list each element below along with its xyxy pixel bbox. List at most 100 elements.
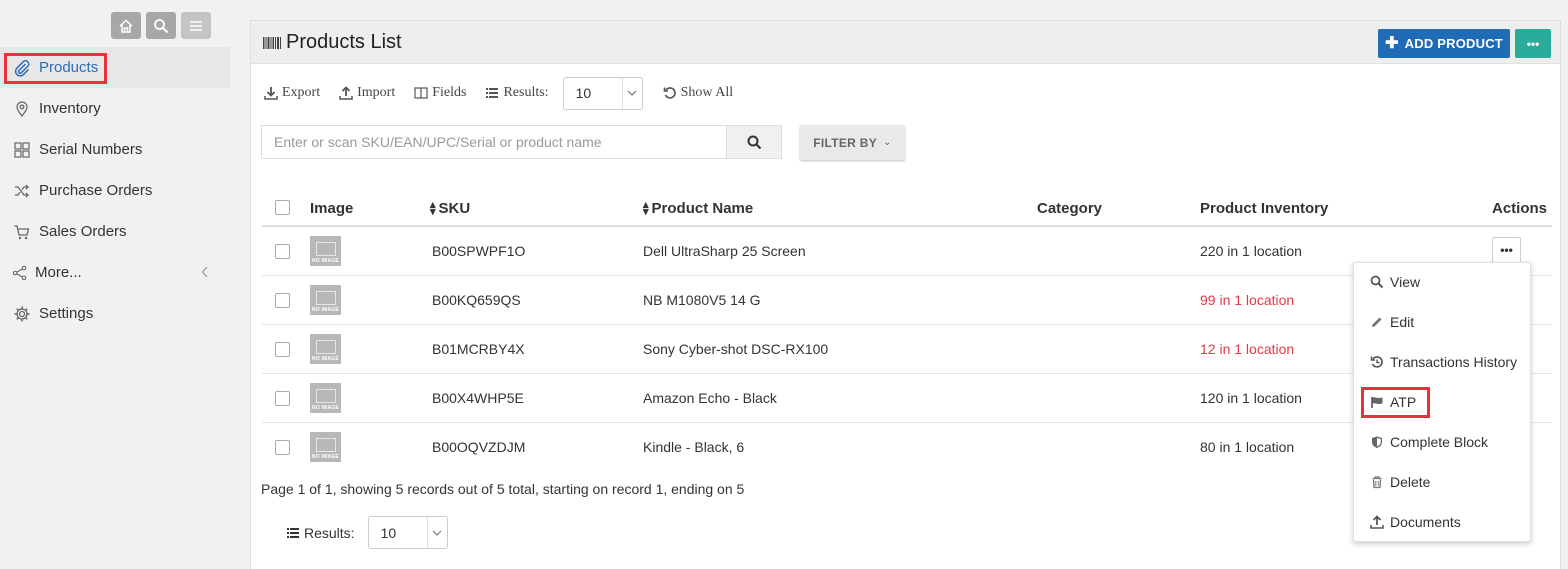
- row-sku: B00OQVZDJM: [432, 439, 526, 455]
- menu-item-label: Delete: [1390, 474, 1431, 490]
- row-inventory[interactable]: 12 in 1 location: [1200, 341, 1294, 357]
- card-header: Products List ✚ ADD PRODUCT •••: [251, 21, 1560, 64]
- shuffle-icon: [12, 181, 32, 201]
- home-button[interactable]: [111, 12, 141, 39]
- menu-item-delete[interactable]: Delete: [1369, 474, 1430, 490]
- import-label: Import: [357, 85, 396, 100]
- search-icon: [1369, 274, 1385, 290]
- col-sku[interactable]: ▴ ▾ SKU: [430, 198, 470, 218]
- sidebar-item-more[interactable]: More...: [0, 252, 230, 293]
- row-inventory[interactable]: 99 in 1 location: [1200, 292, 1294, 308]
- results-label: Results:: [304, 524, 355, 541]
- row-checkbox[interactable]: [275, 293, 290, 308]
- sidebar-item-label: Purchase Orders: [39, 182, 153, 199]
- select-all-checkbox[interactable]: [275, 200, 290, 215]
- sidebar-item-label: Settings: [39, 305, 94, 322]
- sidebar-item-purchase-orders[interactable]: Purchase Orders: [0, 170, 230, 211]
- fields-button[interactable]: Fields: [414, 85, 466, 101]
- upload-icon: [1369, 514, 1385, 530]
- sidebar-item-label: Sales Orders: [39, 223, 127, 240]
- menu-item-view[interactable]: View: [1369, 274, 1420, 290]
- product-image: NO IMAGE: [310, 432, 341, 462]
- pencil-icon: [1369, 314, 1385, 330]
- import-button[interactable]: Import: [339, 85, 395, 101]
- export-label: Export: [282, 85, 321, 100]
- bottom-results-select[interactable]: 10: [367, 516, 448, 549]
- highlight-box-atp: [1361, 387, 1430, 418]
- menu-item-label: Documents: [1390, 514, 1461, 530]
- results-select-value: 10: [380, 524, 397, 541]
- trash-icon: [1369, 474, 1385, 490]
- menu-item-edit[interactable]: Edit: [1369, 314, 1414, 330]
- columns-icon: [414, 86, 428, 100]
- menu-item-label: Edit: [1390, 314, 1415, 330]
- grid-icon: [12, 140, 32, 160]
- row-inventory[interactable]: 120 in 1 location: [1200, 390, 1302, 406]
- search-input[interactable]: Enter or scan SKU/EAN/UPC/Serial or prod…: [261, 125, 727, 159]
- search-submit-button[interactable]: [727, 125, 782, 159]
- row-actions-button[interactable]: •••: [1492, 237, 1521, 263]
- map-pin-icon: [12, 99, 32, 119]
- home-icon: [119, 18, 133, 33]
- row-checkbox[interactable]: [275, 440, 290, 455]
- search-button[interactable]: [146, 12, 176, 39]
- sort-icon: ▴ ▾: [430, 198, 436, 218]
- upload-icon: [339, 86, 353, 100]
- sidebar-item-inventory[interactable]: Inventory: [0, 88, 230, 129]
- gear-icon: [12, 304, 32, 324]
- menu-item-label: Complete Block: [1390, 434, 1489, 450]
- sidebar-item-label: Serial Numbers: [39, 141, 143, 158]
- sidebar: Products Inventory Serial Numbers Purcha…: [0, 0, 230, 569]
- cart-icon: [12, 222, 32, 242]
- results-control: Results:: [485, 85, 549, 101]
- sidebar-item-label: More...: [35, 264, 82, 281]
- results-select[interactable]: 10: [562, 76, 643, 110]
- row-sku: B00KQ659QS: [432, 292, 521, 308]
- row-inventory[interactable]: 80 in 1 location: [1200, 439, 1294, 455]
- row-sku: B00SPWPF1O: [432, 243, 526, 259]
- col-actions: Actions: [1492, 200, 1548, 217]
- row-sku: B01MCRBY4X: [432, 341, 525, 357]
- results-label: Results:: [503, 85, 549, 100]
- ellipsis-icon: •••: [1500, 243, 1513, 257]
- add-product-button[interactable]: ✚ ADD PRODUCT: [1378, 29, 1510, 58]
- download-icon: [264, 86, 278, 100]
- sidebar-item-settings[interactable]: Settings: [0, 293, 230, 334]
- share-icon: [12, 263, 28, 283]
- menu-item-complete-block[interactable]: Complete Block: [1369, 434, 1488, 450]
- sidebar-toolbar: [111, 12, 211, 39]
- results-select-value: 10: [575, 85, 592, 101]
- show-all-label: Show All: [680, 85, 734, 100]
- show-all-button[interactable]: Show All: [663, 85, 734, 101]
- product-image: NO IMAGE: [310, 334, 341, 364]
- search-icon: [154, 18, 169, 33]
- col-image: Image: [310, 200, 354, 217]
- list-icon: [485, 86, 499, 100]
- sidebar-item-serial-numbers[interactable]: Serial Numbers: [0, 129, 230, 170]
- page-title: Products List: [262, 31, 402, 54]
- row-product-name[interactable]: Amazon Echo - Black: [643, 390, 777, 406]
- row-checkbox[interactable]: [275, 244, 290, 259]
- filter-by-button[interactable]: FILTER BY ⌄: [800, 125, 905, 160]
- menu-toggle-button[interactable]: [181, 12, 211, 39]
- menu-item-documents[interactable]: Documents: [1369, 514, 1461, 530]
- row-checkbox[interactable]: [275, 342, 290, 357]
- sidebar-item-sales-orders[interactable]: Sales Orders: [0, 211, 230, 252]
- row-inventory[interactable]: 220 in 1 location: [1200, 243, 1302, 259]
- history-icon: [1369, 354, 1385, 370]
- row-product-name[interactable]: Dell UltraSharp 25 Screen: [643, 243, 806, 259]
- export-button[interactable]: Export: [264, 85, 320, 101]
- pagination-info: Page 1 of 1, showing 5 records out of 5 …: [261, 481, 745, 497]
- more-options-button[interactable]: •••: [1515, 29, 1551, 58]
- shield-icon: [1369, 434, 1385, 450]
- chevron-down-icon: [621, 77, 642, 109]
- row-product-name[interactable]: NB M1080V5 14 G: [643, 292, 761, 308]
- sidebar-item-label: Inventory: [39, 100, 101, 117]
- row-product-name[interactable]: Kindle - Black, 6: [643, 439, 744, 455]
- col-product-name[interactable]: ▴ ▾ Product Name: [643, 199, 754, 217]
- row-product-name[interactable]: Sony Cyber-shot DSC-RX100: [643, 341, 828, 357]
- menu-item-transactions-history[interactable]: Transactions History: [1369, 354, 1517, 370]
- table-header: Image ▴ ▾ SKU ▴ ▾ Product Name Category Pr…: [262, 189, 1552, 227]
- col-product-name-label: Product Name: [651, 200, 754, 217]
- row-checkbox[interactable]: [275, 391, 290, 406]
